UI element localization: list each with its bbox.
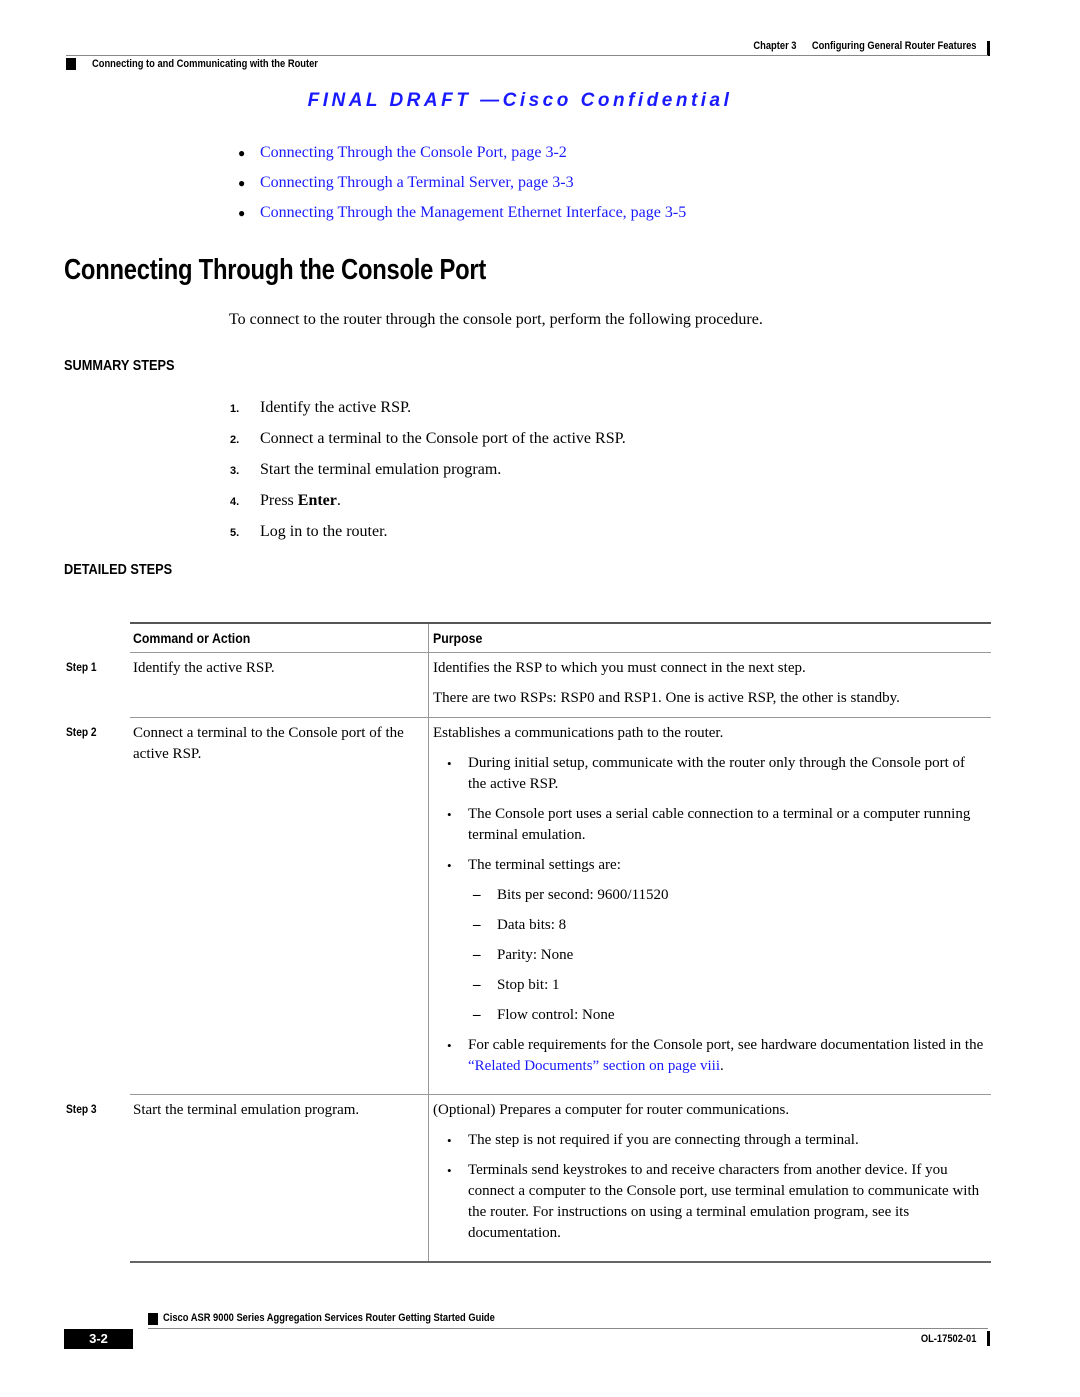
footer-bar-mark [987,1331,990,1346]
summary-step: 3. Start the terminal emulation program. [230,455,626,486]
step-text: Identify the active RSP. [260,399,412,416]
purpose-cell: (Optional) Prepares a computer for route… [428,1095,991,1261]
terminal-setting-stop-bit: Stop bit: 1 [433,975,987,996]
step-label: Step 1 [66,660,97,674]
step-label: Step 2 [66,725,97,739]
purpose-text: There are two RSPs: RSP0 and RSP1. One i… [433,690,900,706]
purpose-cell: Establishes a communications path to the… [428,718,991,1094]
step-text: Press [260,492,298,509]
purpose-bullet: The Console port uses a serial cable con… [433,804,987,846]
bullet-icon: ● [238,176,246,190]
step-text: Log in to the router. [260,523,388,540]
footer-square-mark [148,1313,158,1325]
running-header-section: Connecting to and Communicating with the… [92,58,318,70]
bullet-text-end: . [720,1058,724,1074]
summary-step: 5. Log in to the router. [230,517,626,548]
header-rule [66,55,988,56]
toc-list: ● Connecting Through the Console Port, pa… [238,138,686,228]
step-number: 3. [230,465,240,477]
purpose-text: Establishes a communications path to the… [433,725,724,741]
toc-link-management-ethernet[interactable]: Connecting Through the Management Ethern… [260,204,686,221]
step-number: 5. [230,527,240,539]
purpose-bullet: For cable requirements for the Console p… [433,1035,987,1077]
terminal-setting-data-bits: Data bits: 8 [433,915,987,936]
step-label: Step 3 [66,1102,97,1116]
running-header-chapter: Chapter 3 Configuring General Router Feat… [753,40,976,52]
step-text: Connect a terminal to the Console port o… [260,430,626,447]
command-cell: Start the terminal emulation program. [133,1102,360,1118]
chapter-title: Configuring General Router Features [811,40,976,52]
table-row-step-2: Step 2 Connect a terminal to the Console… [66,718,991,1095]
draft-watermark: FINAL DRAFT —Cisco Confidential [307,90,733,111]
terminal-setting-bits-per-second: Bits per second: 9600/11520 [433,885,987,906]
table-header-row: Command or Action Purpose [130,624,991,653]
step-text-end: . [336,492,341,509]
purpose-text: (Optional) Prepares a computer for route… [433,1102,790,1118]
intro-paragraph: To connect to the router through the con… [229,311,763,328]
terminal-setting-parity: Parity: None [433,945,987,966]
bullet-icon: ● [238,206,246,220]
purpose-bullet: Terminals send keystrokes to and receive… [433,1160,987,1244]
footer-guide-title: Cisco ASR 9000 Series Aggregation Servic… [163,1312,495,1324]
section-title: Connecting Through the Console Port [64,254,487,286]
chapter-number: Chapter 3 [752,40,797,52]
bullet-icon: ● [238,146,246,160]
step-number: 1. [230,403,240,415]
column-header-command: Command or Action [133,630,251,646]
summary-steps-list: 1. Identify the active RSP. 2. Connect a t… [230,393,626,548]
step-key-enter: Enter [297,492,337,509]
step-number: 2. [230,434,240,446]
purpose-bullet: The step is not required if you are conn… [433,1130,987,1151]
column-header-purpose: Purpose [428,624,991,652]
summary-step: 2. Connect a terminal to the Console port… [230,424,626,455]
header-square-mark [66,58,76,70]
summary-steps-heading: SUMMARY STEPS [64,357,175,374]
table-row-step-1: Step 1 Identify the active RSP. Identifi… [66,653,991,718]
toc-link-terminal-server[interactable]: Connecting Through a Terminal Server, pa… [260,174,574,191]
related-documents-link[interactable]: “Related Documents” section on page viii [468,1058,720,1074]
document-number: OL-17502-01 [920,1333,976,1345]
toc-item: ● Connecting Through a Terminal Server, p… [238,168,686,198]
table-row-step-3: Step 3 Start the terminal emulation prog… [66,1095,991,1263]
toc-link-console-port[interactable]: Connecting Through the Console Port, pag… [260,144,567,161]
footer-rule [148,1328,988,1329]
command-cell: Connect a terminal to the Console port o… [133,725,404,762]
page-number: 3-2 [64,1329,133,1349]
summary-step: 4. Press Enter. [230,486,626,517]
step-text: Start the terminal emulation program. [260,461,502,478]
bullet-text: For cable requirements for the Console p… [468,1037,984,1053]
summary-step: 1. Identify the active RSP. [230,393,626,424]
detailed-steps-table: Command or Action Purpose Step 1 Identif… [66,622,991,1263]
purpose-cell: Identifies the RSP to which you must con… [428,653,991,717]
toc-item: ● Connecting Through the Console Port, pa… [238,138,686,168]
terminal-setting-flow-control: Flow control: None [433,1005,987,1026]
detailed-steps-heading: DETAILED STEPS [64,561,173,578]
toc-item: ● Connecting Through the Management Ether… [238,198,686,228]
header-bar-mark [987,41,990,56]
command-cell: Identify the active RSP. [133,660,275,676]
purpose-text: Identifies the RSP to which you must con… [433,660,806,676]
purpose-bullet: The terminal settings are: [433,855,987,876]
step-number: 4. [230,496,240,508]
purpose-bullet: During initial setup, communicate with t… [433,753,987,795]
